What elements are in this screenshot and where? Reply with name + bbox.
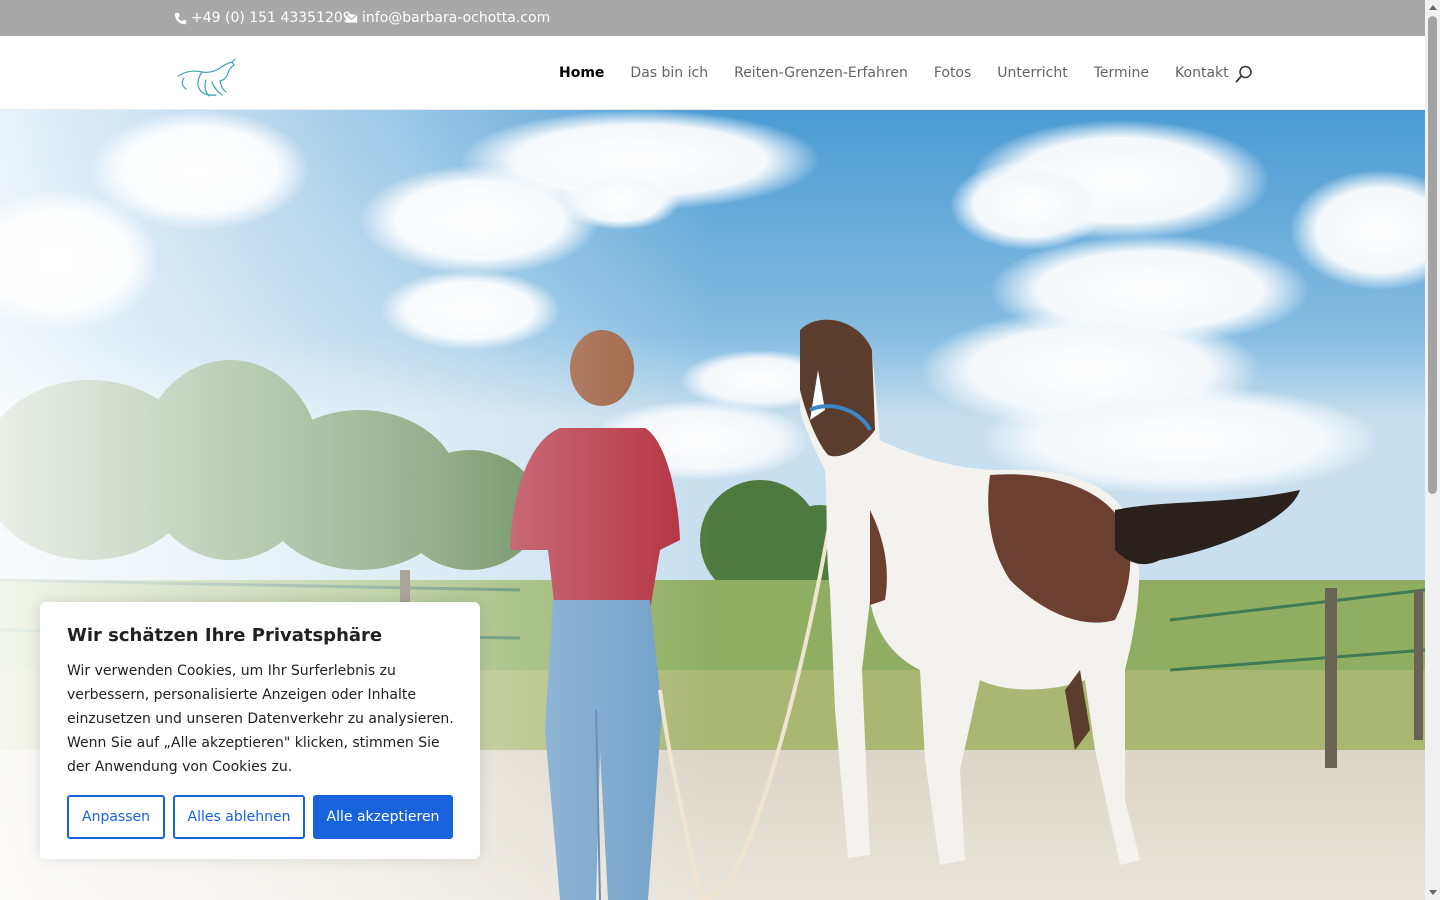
main-navigation: Home Das bin ich Reiten-Grenzen-Erfahren…	[559, 64, 1255, 82]
scroll-thumb[interactable]	[1428, 16, 1437, 494]
search-icon[interactable]	[1235, 65, 1253, 83]
top-info-bar: +49 (0) 151 43351209 info@barbara-ochott…	[0, 0, 1425, 36]
nav-unterricht[interactable]: Unterricht	[997, 64, 1067, 82]
cookie-description: Wir verwenden Cookies, um Ihr Surferlebn…	[67, 663, 454, 775]
phone-icon	[174, 12, 187, 25]
email-address: info@barbara-ochotta.com	[362, 10, 551, 26]
site-header: Home Das bin ich Reiten-Grenzen-Erfahren…	[0, 36, 1425, 110]
nav-reiten-grenzen-erfahren[interactable]: Reiten-Grenzen-Erfahren	[734, 64, 908, 82]
reject-all-button[interactable]: Alles ablehnen	[173, 795, 305, 839]
nav-kontakt[interactable]: Kontakt	[1175, 64, 1229, 82]
horse-logo[interactable]	[176, 58, 238, 100]
phone-number: +49 (0) 151 43351209	[191, 10, 352, 26]
topbar-phone[interactable]: +49 (0) 151 43351209	[174, 10, 352, 27]
customize-button[interactable]: Anpassen	[67, 795, 165, 839]
accept-all-button[interactable]: Alle akzeptieren	[313, 795, 453, 839]
nav-das-bin-ich[interactable]: Das bin ich	[630, 64, 708, 82]
nav-termine[interactable]: Termine	[1094, 64, 1149, 82]
nav-fotos[interactable]: Fotos	[934, 64, 971, 82]
envelope-icon	[345, 14, 358, 23]
cookie-title: Wir schätzen Ihre Privatsphäre	[67, 625, 383, 646]
scroll-down-arrow-icon[interactable]	[1429, 890, 1437, 895]
topbar-email[interactable]: info@barbara-ochotta.com	[345, 10, 550, 27]
cookie-consent-dialog: Wir schätzen Ihre Privatsphäre Wir verwe…	[40, 602, 480, 859]
scroll-up-arrow-icon[interactable]	[1429, 5, 1437, 10]
page-scrollbar[interactable]	[1425, 0, 1440, 900]
nav-home[interactable]: Home	[559, 64, 604, 82]
